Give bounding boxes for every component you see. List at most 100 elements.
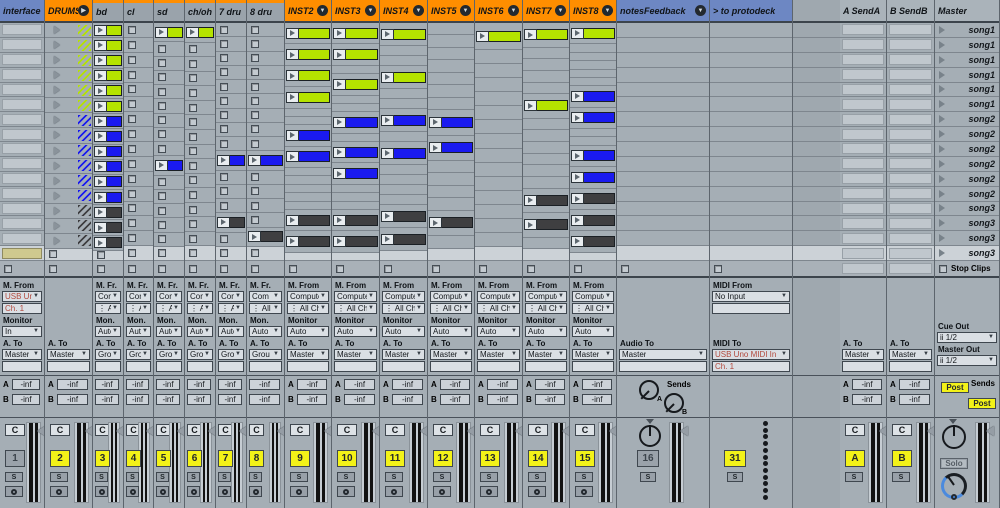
empty-clip-slot[interactable] — [842, 84, 884, 95]
send-amount[interactable]: -inf — [12, 379, 40, 390]
io-chooser[interactable] — [95, 361, 121, 372]
empty-clip-slot[interactable] — [842, 158, 884, 169]
scene-launch-icon[interactable] — [939, 234, 945, 242]
clip-stop-button[interactable] — [128, 115, 136, 123]
solo-button[interactable]: S — [892, 472, 910, 482]
pan-control[interactable]: C — [528, 424, 548, 436]
scene-launch-icon[interactable] — [939, 190, 945, 198]
clip-stop-button[interactable] — [220, 140, 228, 148]
fader-grip[interactable] — [420, 426, 427, 436]
scene-slot[interactable]: song2 — [935, 114, 999, 124]
empty-clip-slot[interactable] — [842, 248, 884, 259]
clip-play-button[interactable] — [286, 28, 299, 39]
empty-clip-slot[interactable] — [889, 173, 932, 184]
io-chooser[interactable]: ⋮ All▼ — [156, 303, 182, 314]
io-chooser[interactable]: Grou▼ — [156, 349, 182, 360]
empty-clip-slot[interactable] — [889, 143, 932, 154]
clip-stop-button[interactable] — [251, 265, 259, 273]
clip-stop-button[interactable] — [128, 85, 136, 93]
io-chooser[interactable]: ⋮ All▼ — [126, 303, 151, 314]
scene-launch-icon[interactable] — [939, 204, 945, 212]
clip-play-button[interactable] — [155, 160, 168, 171]
clip-play-button[interactable] — [94, 207, 107, 218]
clip-slot[interactable] — [94, 70, 122, 81]
fader-grip[interactable] — [146, 426, 153, 436]
headphone-cue-button[interactable] — [249, 486, 262, 497]
chevron-down-icon[interactable]: ▼ — [508, 5, 519, 16]
group-clip-slot[interactable] — [45, 204, 92, 218]
headphone-cue-button[interactable] — [575, 486, 593, 497]
clip-slot[interactable] — [524, 219, 568, 230]
clip-stop-button[interactable] — [527, 265, 535, 273]
scene-slot[interactable]: song1 — [935, 55, 999, 65]
clip-slot[interactable] — [524, 100, 568, 111]
track-activator[interactable]: 16 — [637, 450, 659, 467]
clip-stop-button[interactable] — [220, 97, 228, 105]
clip-play-button[interactable] — [217, 217, 230, 228]
pan-control[interactable]: C — [845, 424, 865, 436]
clip-stop-button[interactable] — [189, 89, 197, 97]
clip-stop-button[interactable] — [384, 265, 392, 273]
chevron-down-icon[interactable]: ▼ — [555, 5, 566, 16]
send-amount[interactable]: -inf — [126, 379, 149, 390]
clip-stop-button[interactable] — [189, 249, 197, 257]
send-amount[interactable]: -inf — [344, 379, 375, 390]
empty-clip-slot[interactable] — [889, 248, 932, 259]
pan-knob[interactable] — [942, 425, 966, 449]
clip-stop-button[interactable] — [189, 220, 197, 228]
solo-button[interactable]: S — [126, 472, 139, 482]
clip-stop-button[interactable] — [158, 88, 166, 96]
io-chooser[interactable]: ⋮ All▼ — [95, 303, 121, 314]
clip-play-button[interactable] — [248, 231, 261, 242]
clip-slot[interactable] — [286, 151, 330, 162]
fader-grip[interactable] — [324, 426, 331, 436]
chevron-down-icon[interactable]: ▼ — [365, 5, 376, 16]
scene-launch-icon[interactable] — [939, 219, 945, 227]
io-chooser[interactable]: ⋮ All Cha▼ — [525, 303, 567, 314]
clip-stop-button[interactable] — [128, 249, 136, 257]
pan-control[interactable]: C — [892, 424, 912, 436]
empty-clip-slot[interactable] — [2, 143, 42, 154]
io-chooser[interactable]: Auto▼ — [572, 326, 614, 337]
clip-slot[interactable] — [429, 117, 473, 128]
clip-play-button[interactable] — [94, 40, 107, 51]
clip-play-button[interactable] — [429, 217, 442, 228]
pan-control[interactable]: C — [337, 424, 357, 436]
clip-play-button[interactable] — [381, 29, 394, 40]
track-header-ch-oh[interactable]: ch/oh — [185, 0, 215, 23]
io-chooser[interactable]: Master▼ — [619, 349, 707, 360]
clip-stop-button[interactable] — [251, 249, 259, 257]
track-activator[interactable]: 12 — [433, 450, 453, 467]
clip-slot[interactable] — [571, 236, 615, 247]
track-activator[interactable]: 14 — [528, 450, 548, 467]
pan-control[interactable]: C — [385, 424, 405, 436]
clip-play-button[interactable] — [286, 49, 299, 60]
clip-stop-button[interactable] — [220, 83, 228, 91]
send-amount[interactable]: -inf — [440, 379, 470, 390]
io-chooser[interactable]: ii 1/2▼ — [937, 332, 997, 343]
clip-stop-button[interactable] — [97, 251, 105, 259]
send-amount[interactable]: -inf — [852, 379, 882, 390]
clip-play-button[interactable] — [286, 130, 299, 141]
clip-stop-button[interactable] — [128, 71, 136, 79]
track-header-inst7[interactable]: INST7▼ — [523, 0, 569, 23]
track-activator[interactable]: 6 — [187, 450, 202, 467]
solo-button[interactable]: S — [528, 472, 546, 482]
clip-slot[interactable] — [94, 146, 122, 157]
scene-launch-icon[interactable] — [939, 26, 945, 34]
clip-play-button[interactable] — [571, 91, 584, 102]
clip-slot[interactable] — [286, 130, 330, 141]
clip-play-button[interactable] — [217, 155, 230, 166]
clip-slot[interactable] — [217, 155, 245, 166]
clip-slot[interactable] — [286, 49, 330, 60]
io-chooser[interactable]: Grou▼ — [95, 349, 121, 360]
clip-stop-button[interactable] — [251, 111, 259, 119]
send-amount[interactable]: -inf — [249, 379, 280, 390]
io-chooser[interactable]: Com▼ — [126, 291, 151, 302]
io-chooser[interactable]: Master▼ — [477, 349, 520, 360]
track-activator[interactable]: 2 — [50, 450, 70, 467]
solo-button[interactable]: S — [845, 472, 863, 482]
io-chooser[interactable]: Master▼ — [525, 349, 567, 360]
empty-clip-slot[interactable] — [842, 218, 884, 229]
io-chooser[interactable]: ⋮ All▼ — [218, 303, 244, 314]
